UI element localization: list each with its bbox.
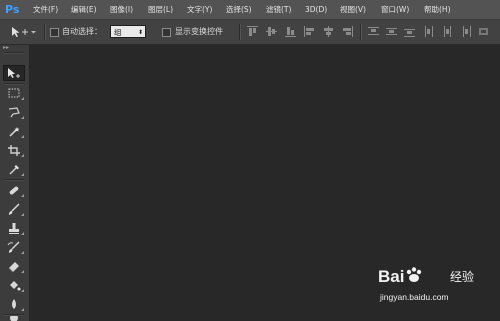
eyedropper-icon (9, 164, 19, 175)
divider (4, 179, 24, 181)
menu-filter[interactable]: 滤镜(T) (266, 0, 291, 19)
menu-help[interactable]: 帮助(H) (424, 0, 451, 19)
menu-select[interactable]: 选择(S) (226, 0, 252, 19)
divider (360, 24, 362, 40)
updown-arrow-icon: ⬍ (137, 29, 143, 36)
clone-stamp-icon (9, 222, 19, 234)
rect-marquee-icon (8, 88, 20, 97)
baidu-jingyan-watermark: Bai 经验 jingyan.baidu.com (378, 262, 488, 317)
paw-icon (407, 267, 422, 282)
options-bar: 自动选择： 组 ⬍ 显示变换控件 (0, 20, 500, 45)
menu-window[interactable]: 窗口(W) (381, 0, 409, 19)
distribute-right-icon[interactable] (460, 26, 471, 37)
align-right-icon[interactable] (342, 26, 353, 37)
auto-select-value: 组 (114, 28, 122, 37)
menu-type[interactable]: 文字(Y) (187, 0, 212, 19)
eraser-tool[interactable] (3, 258, 25, 274)
toolbox: ▸▸ (0, 45, 30, 321)
distribute-top-icon[interactable] (368, 26, 379, 37)
dodge-icon (10, 316, 18, 321)
lasso-icon (8, 106, 20, 117)
align-vcenter-icon[interactable] (266, 26, 277, 37)
brush-icon (9, 202, 20, 215)
paint-bucket-tool[interactable] (3, 277, 25, 293)
crop-icon (8, 144, 20, 156)
menu-file[interactable]: 文件(F) (33, 0, 58, 19)
divider (44, 24, 46, 40)
auto-select-label: 自动选择： (62, 27, 102, 36)
crop-tool[interactable] (3, 142, 25, 158)
align-bottom-icon[interactable] (285, 26, 296, 37)
panel-collapse-icon[interactable]: ▸▸ (3, 45, 11, 51)
blur-icon (12, 298, 16, 309)
healing-brush-icon (9, 186, 19, 194)
menu-image[interactable]: 图像(I) (110, 0, 133, 19)
align-top-icon[interactable] (247, 26, 258, 37)
menu-layer[interactable]: 图层(L) (148, 0, 173, 19)
watermark-brand: Bai (378, 266, 424, 287)
watermark-url: jingyan.baidu.com (380, 292, 449, 302)
distribute-left-icon[interactable] (424, 26, 435, 37)
eyedropper-tool[interactable] (3, 161, 25, 177)
auto-select-dropdown[interactable]: 组 ⬍ (110, 25, 146, 38)
auto-align-icon[interactable] (478, 26, 489, 37)
dodge-tool[interactable] (3, 316, 25, 321)
move-tool-icon (8, 67, 20, 78)
show-transform-label: 显示变换控件 (175, 27, 223, 36)
eraser-icon (8, 261, 19, 272)
rect-marquee-tool[interactable] (3, 85, 25, 101)
history-brush-tool[interactable] (3, 239, 25, 255)
blur-tool[interactable] (3, 296, 25, 312)
distribute-hcenter-icon[interactable] (442, 26, 453, 37)
menu-edit[interactable]: 编辑(E) (71, 0, 97, 19)
quick-select-icon (9, 126, 20, 137)
menu-bar: Ps 文件(F) 编辑(E) 图像(I) 图层(L) 文字(Y) 选择(S) 滤… (0, 0, 500, 20)
menu-view[interactable]: 视图(V) (340, 0, 366, 19)
align-left-icon[interactable] (304, 26, 315, 37)
distribute-bottom-icon[interactable] (404, 26, 415, 37)
watermark-suffix: 经验 (450, 270, 475, 284)
healing-brush-tool[interactable] (3, 182, 25, 198)
tool-preset-picker[interactable] (10, 26, 38, 38)
divider (4, 52, 24, 54)
auto-select-checkbox[interactable] (50, 28, 59, 37)
clone-stamp-tool[interactable] (3, 220, 25, 236)
brush-tool[interactable] (3, 201, 25, 217)
distribute-vcenter-icon[interactable] (386, 26, 397, 37)
lasso-tool[interactable] (3, 104, 25, 120)
paint-bucket-icon (10, 280, 21, 290)
move-tool-icon (12, 27, 36, 37)
quick-select-tool[interactable] (3, 123, 25, 139)
align-hcenter-icon[interactable] (323, 26, 334, 37)
photoshop-logo: Ps (5, 3, 20, 16)
show-transform-checkbox[interactable] (162, 28, 171, 37)
move-tool[interactable] (3, 65, 25, 81)
menu-3d[interactable]: 3D(D) (305, 0, 327, 19)
divider (239, 24, 241, 40)
history-brush-icon (7, 241, 20, 253)
